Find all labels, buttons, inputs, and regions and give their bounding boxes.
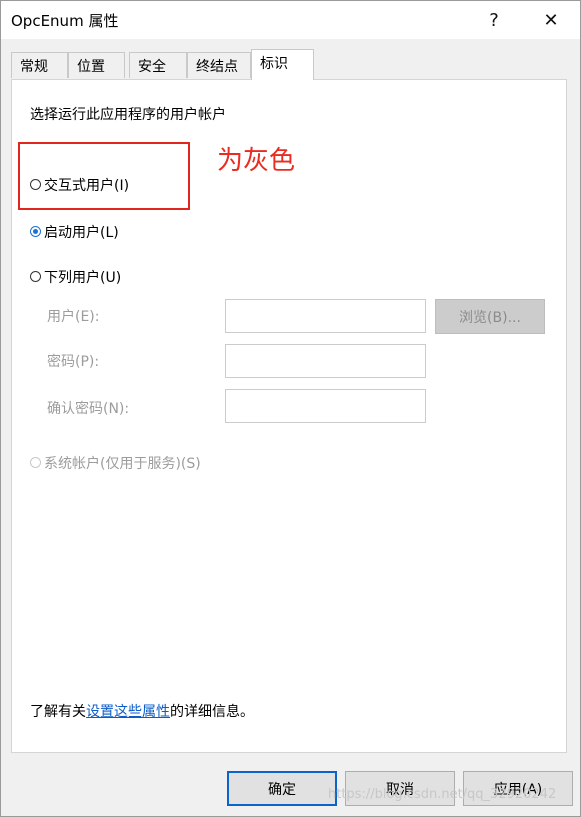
identity-heading: 选择运行此应用程序的用户帐户: [30, 107, 226, 123]
tab-label: 位置: [77, 59, 105, 75]
confirm-password-label: 确认密码(N):: [47, 401, 130, 417]
window-title: OpcEnum 属性: [11, 12, 119, 30]
watermark: https://blog.csdn.net/qq_32920242: [328, 787, 557, 802]
info-line: 了解有关设置这些属性的详细信息。: [30, 701, 254, 721]
info-prefix: 了解有关: [30, 704, 86, 720]
browse-button[interactable]: 浏览(B)...: [435, 299, 545, 334]
radio-this-user-label[interactable]: 下列用户(U): [44, 267, 121, 287]
help-button[interactable]: ?: [471, 1, 517, 39]
tab-general[interactable]: 常规: [11, 52, 68, 78]
radio-launching-user[interactable]: [30, 226, 41, 237]
info-suffix: 的详细信息。: [170, 704, 254, 720]
tab-label: 终结点: [196, 59, 238, 75]
properties-help-link[interactable]: 设置这些属性: [86, 704, 170, 720]
radio-system-account[interactable]: [30, 457, 41, 468]
annotation-highlight-box: [18, 142, 190, 210]
close-icon: ✕: [543, 9, 559, 31]
tab-label: 常规: [20, 59, 48, 75]
password-field[interactable]: [225, 344, 426, 378]
tab-endpoints[interactable]: 终结点: [187, 52, 251, 78]
tab-label: 标识: [260, 56, 288, 72]
radio-launching-user-label[interactable]: 启动用户(L): [44, 222, 119, 242]
title-bar: OpcEnum 属性 ? ✕: [1, 1, 580, 39]
ok-button[interactable]: 确定: [227, 771, 337, 806]
radio-this-user[interactable]: [30, 271, 41, 282]
tab-location[interactable]: 位置: [68, 52, 125, 78]
tab-identity[interactable]: 标识: [251, 49, 314, 80]
tab-label: 安全: [138, 59, 166, 75]
annotation-text: 为灰色: [217, 146, 296, 176]
help-icon: ?: [489, 9, 499, 31]
ok-button-label: 确定: [268, 781, 296, 798]
tab-security[interactable]: 安全: [129, 52, 187, 78]
user-field[interactable]: [225, 299, 426, 333]
close-button[interactable]: ✕: [528, 1, 574, 39]
browse-button-label: 浏览(B)...: [459, 309, 521, 326]
radio-system-account-label[interactable]: 系统帐户(仅用于服务)(S): [44, 453, 201, 473]
user-field-label: 用户(E):: [47, 309, 100, 325]
confirm-password-field[interactable]: [225, 389, 426, 423]
password-field-label: 密码(P):: [47, 354, 100, 370]
